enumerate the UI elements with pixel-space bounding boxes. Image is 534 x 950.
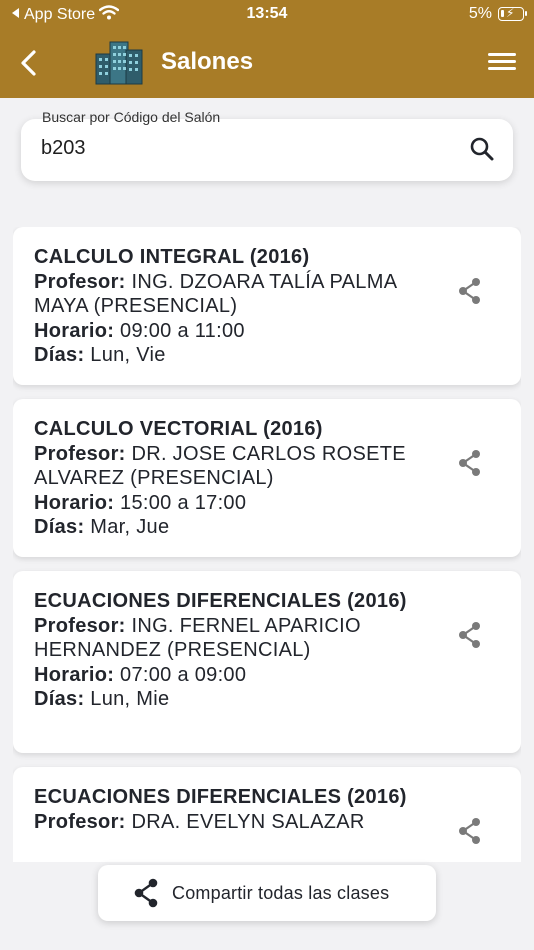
share-icon[interactable] xyxy=(457,277,483,305)
class-schedule: Horario: 07:00 a 09:00 xyxy=(34,663,247,686)
class-professor: Profesor: DRA. EVELYN SALAZAR xyxy=(34,810,365,833)
share-icon[interactable] xyxy=(457,817,483,845)
search-label: Buscar por Código del Salón xyxy=(42,109,221,125)
class-professor: Profesor: DR. JOSE CARLOS ROSETE ALVAREZ… xyxy=(34,442,406,490)
class-professor: Profesor: ING. DZOARA TALÍA PALMA MAYA (… xyxy=(34,270,397,318)
class-title: ECUACIONES DIFERENCIALES (2016) xyxy=(34,590,407,612)
share-all-button[interactable]: Compartir todas las clases xyxy=(98,865,436,921)
class-days: Días: Lun, Vie xyxy=(34,344,166,366)
class-title: ECUACIONES DIFERENCIALES (2016) xyxy=(34,786,407,808)
class-schedule: Horario: 15:00 a 17:00 xyxy=(34,491,247,514)
status-battery-group: 5% ⚡ xyxy=(468,5,527,23)
status-bar: App Store 13:54 5% ⚡ xyxy=(0,0,534,30)
menu-button[interactable] xyxy=(488,50,516,76)
share-icon xyxy=(132,878,160,908)
hamburger-menu-icon xyxy=(488,53,516,70)
class-card[interactable]: CALCULO VECTORIAL (2016) Profesor: DR. J… xyxy=(13,399,521,557)
search-field[interactable]: b203 xyxy=(21,119,513,181)
search-input[interactable]: b203 xyxy=(41,137,86,160)
chevron-left-icon xyxy=(21,50,36,76)
nav-bar: Salones xyxy=(0,30,534,98)
class-title: CALCULO VECTORIAL (2016) xyxy=(34,418,323,440)
class-title: CALCULO INTEGRAL (2016) xyxy=(34,246,310,268)
battery-percent: 5% xyxy=(468,5,492,22)
class-days: Días: Lun, Mie xyxy=(34,688,170,710)
class-days: Días: Mar, Jue xyxy=(34,516,170,538)
class-schedule: Horario: 09:00 a 11:00 xyxy=(34,319,245,342)
search-icon[interactable] xyxy=(469,136,495,162)
class-card[interactable]: CALCULO INTEGRAL (2016) Profesor: ING. D… xyxy=(13,227,521,385)
share-icon[interactable] xyxy=(457,449,483,477)
buildings-logo-icon xyxy=(94,40,144,86)
battery-icon: ⚡ xyxy=(498,6,527,21)
class-professor: Profesor: ING. FERNEL APARICIO HERNANDEZ… xyxy=(34,614,361,662)
class-card[interactable]: ECUACIONES DIFERENCIALES (2016) Profesor… xyxy=(13,571,521,753)
app-header: App Store 13:54 5% ⚡ Salones xyxy=(0,0,534,98)
class-list: CALCULO INTEGRAL (2016) Profesor: ING. D… xyxy=(13,227,521,862)
back-button[interactable] xyxy=(14,46,44,80)
status-time: 13:54 xyxy=(246,5,288,22)
class-card[interactable]: ECUACIONES DIFERENCIALES (2016) Profesor… xyxy=(13,767,521,862)
page-title: Salones xyxy=(161,48,254,75)
share-all-label: Compartir todas las clases xyxy=(172,882,390,903)
share-icon[interactable] xyxy=(457,621,483,649)
